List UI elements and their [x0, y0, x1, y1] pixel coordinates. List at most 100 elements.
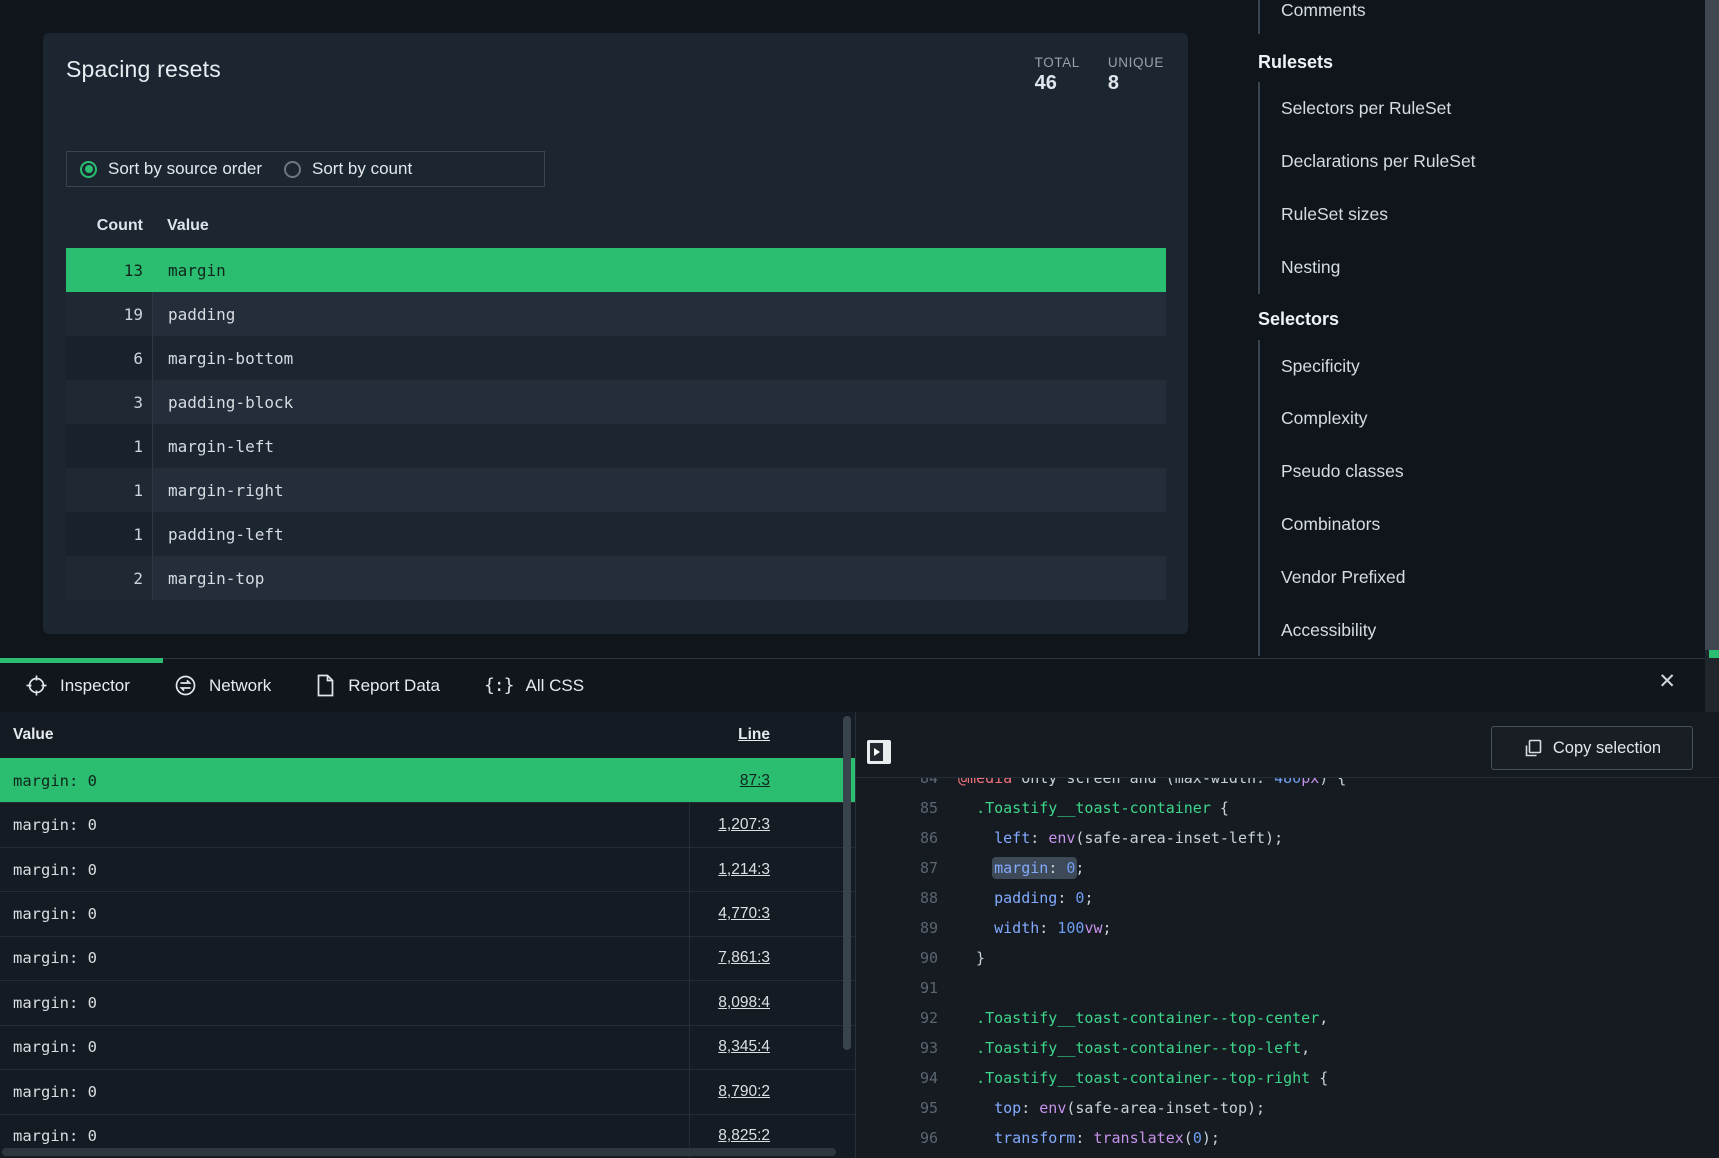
sidebar-item-specificity[interactable]: Specificity [1260, 340, 1705, 393]
stat-unique-label: UNIQUE [1108, 55, 1164, 70]
stat-total: TOTAL 46 [1035, 55, 1080, 95]
token [958, 1039, 976, 1057]
sidebar-item-complexity[interactable]: Complexity [1260, 392, 1705, 445]
token: , [1319, 1009, 1328, 1027]
sort-by-count-radio[interactable]: Sort by count [284, 159, 412, 179]
token: .Toastify__toast-container [976, 799, 1211, 817]
code-line: 85 .Toastify__toast-container { [856, 793, 1719, 823]
spacing-table-row[interactable]: 6margin-bottom [66, 336, 1166, 380]
declaration-line: 7,861:3 [689, 937, 855, 980]
line-header-link[interactable]: Line [738, 726, 770, 743]
line-number: 93 [856, 1033, 938, 1063]
sidebar-item-declarations-per-ruleset[interactable]: Declarations per RuleSet [1260, 135, 1705, 188]
line-link[interactable]: 1,207:3 [718, 816, 770, 834]
stat-total-label: TOTAL [1035, 55, 1080, 70]
declaration-row[interactable]: margin: 08,098:4 [0, 980, 855, 1024]
sidebar-section-header: Selectors [1258, 300, 1705, 340]
spacing-table-row[interactable]: 13margin [66, 248, 1166, 292]
line-number: 91 [856, 973, 938, 1003]
page-title: Spacing resets [66, 56, 221, 83]
inspector-vertical-scrollbar[interactable] [843, 716, 851, 1050]
token: .Toastify__toast-container--top-right [976, 1069, 1310, 1087]
declaration-row[interactable]: margin: 0 8,790:2 [0, 1069, 855, 1113]
code-viewport[interactable]: 84@media only screen and (max-width: 480… [856, 777, 1719, 1158]
tab-inspector[interactable]: Inspector [25, 674, 130, 697]
token: .Toastify__toast-container--top-center [976, 1009, 1319, 1027]
sort-control: Sort by source order Sort by count [66, 151, 545, 187]
spacing-table-row[interactable]: 3padding-block [66, 380, 1166, 424]
spacing-table-header: Count Value [66, 203, 1166, 248]
token: only screen and (max-width: [1012, 777, 1274, 787]
token: } [958, 949, 985, 967]
declaration-row[interactable]: margin: 04,770:3 [0, 891, 855, 935]
line-link[interactable]: 8,098:4 [718, 994, 770, 1012]
code-editor-panel: Copy selection 84@media only screen and … [855, 712, 1719, 1158]
spacing-table-row[interactable]: 2margin-top [66, 556, 1166, 600]
sidebar-item-ruleset-sizes[interactable]: RuleSet sizes [1260, 188, 1705, 241]
close-panel-button[interactable]: ✕ [1658, 671, 1676, 692]
code-text: @media only screen and (max-width: 480px… [938, 777, 1346, 793]
sidebar-item-nesting[interactable]: Nesting [1260, 241, 1705, 294]
line-number: 84 [856, 777, 938, 793]
declaration-row[interactable]: margin: 08,345:4 [0, 1025, 855, 1069]
line-link[interactable]: 4,770:3 [718, 905, 770, 923]
declaration-row[interactable]: margin: 087:3 [0, 758, 855, 802]
tab-network[interactable]: Network [174, 674, 271, 697]
radio-unselected-icon [284, 161, 301, 178]
token: ; [1075, 859, 1084, 877]
code-text: margin: 0; [938, 853, 1084, 883]
token: : [1075, 1129, 1093, 1147]
token: : [1021, 1099, 1039, 1117]
sidebar-item-selectors-per-ruleset[interactable]: Selectors per RuleSet [1260, 82, 1705, 135]
spacing-table-row[interactable]: 1margin-right [66, 468, 1166, 512]
declaration-row[interactable]: margin: 01,214:3 [0, 847, 855, 891]
token: env [1048, 829, 1075, 847]
line-link[interactable]: 1,214:3 [718, 861, 770, 879]
declaration-value: margin: 0 [0, 937, 689, 980]
declaration-row[interactable]: margin: 01,207:3 [0, 802, 855, 846]
line-number: 87 [856, 853, 938, 883]
inspector-horizontal-scrollbar[interactable] [2, 1148, 836, 1156]
expand-panel-button[interactable] [867, 740, 891, 764]
stat-total-value: 46 [1035, 72, 1080, 95]
sidebar-item-vendor-prefixed[interactable]: Vendor Prefixed [1260, 551, 1705, 604]
braces-icon: {:} [484, 675, 514, 696]
spacing-table-row[interactable]: 19padding [66, 292, 1166, 336]
line-link[interactable]: 7,861:3 [718, 949, 770, 967]
sort-by-source-order-radio[interactable]: Sort by source order [80, 159, 262, 179]
page-scrollbar-thumb[interactable] [1705, 0, 1719, 650]
token [958, 919, 994, 937]
line-link[interactable]: 8,345:4 [718, 1038, 770, 1056]
sidebar-item-comments[interactable]: Comments [1260, 0, 1705, 34]
token: ; [1084, 889, 1093, 907]
sidebar-item-pseudo-classes[interactable]: Pseudo classes [1260, 445, 1705, 498]
code-line: 93 .Toastify__toast-container--top-left, [856, 1033, 1719, 1063]
spacing-table-row[interactable]: 1margin-left [66, 424, 1166, 468]
token: : [1039, 919, 1057, 937]
declaration-value: margin: 0 [0, 1070, 689, 1113]
code-text: padding: 0; [938, 883, 1093, 913]
spacing-table-row[interactable]: 1padding-left [66, 512, 1166, 556]
line-number: 88 [856, 883, 938, 913]
token [958, 829, 994, 847]
tab-label: Network [209, 676, 271, 696]
token: { [1211, 799, 1229, 817]
token: width [994, 919, 1039, 937]
code-line: 90 } [856, 943, 1719, 973]
document-icon [315, 674, 336, 697]
tab-report-data[interactable]: Report Data [315, 674, 440, 697]
declaration-line: 1,214:3 [689, 848, 855, 891]
row-count: 13 [66, 248, 152, 292]
line-link[interactable]: 87:3 [740, 772, 770, 790]
copy-selection-button[interactable]: Copy selection [1491, 726, 1693, 770]
expand-panel-icon [870, 743, 883, 761]
declaration-row[interactable]: margin: 0 7,861:3 [0, 936, 855, 980]
token: ); [1202, 1129, 1220, 1147]
sidebar-item-accessibility[interactable]: Accessibility [1260, 604, 1705, 656]
line-link[interactable]: 8,825:2 [718, 1127, 770, 1145]
bottom-panel-tabbar: Inspector Network Report Data {:}All CSS [0, 658, 1705, 712]
sidebar-item-combinators[interactable]: Combinators [1260, 498, 1705, 551]
tab-all-css[interactable]: {:}All CSS [484, 675, 584, 696]
token: : [1030, 829, 1048, 847]
line-link[interactable]: 8,790:2 [718, 1083, 770, 1101]
